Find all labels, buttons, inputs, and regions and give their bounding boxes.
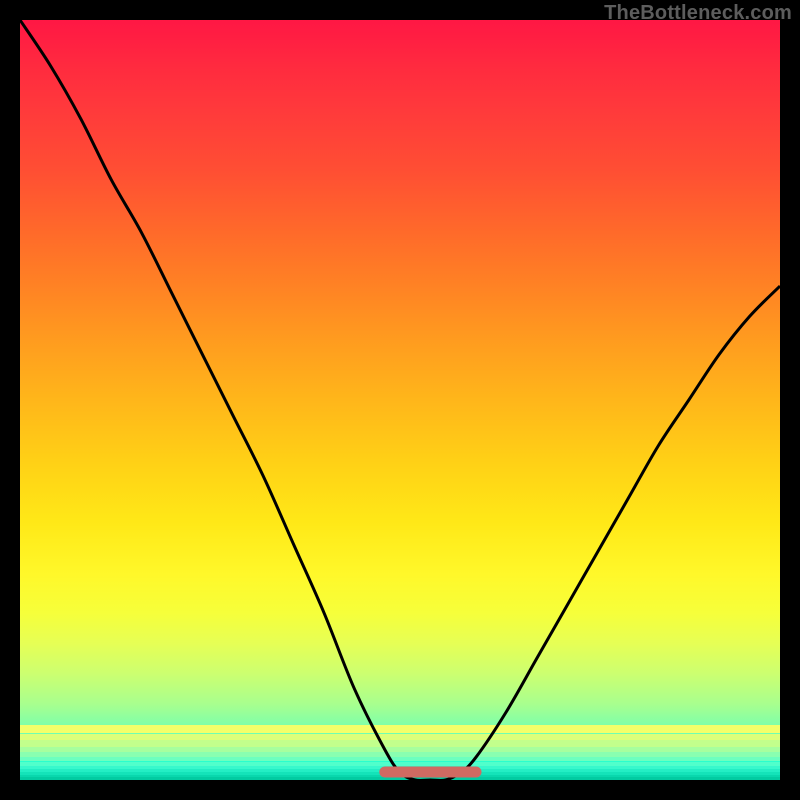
plot-area: [20, 20, 780, 780]
watermark-text: TheBottleneck.com: [604, 2, 792, 25]
chart-frame: TheBottleneck.com: [0, 0, 800, 800]
bottleneck-curve: [20, 20, 780, 780]
curve-layer: [20, 20, 780, 780]
